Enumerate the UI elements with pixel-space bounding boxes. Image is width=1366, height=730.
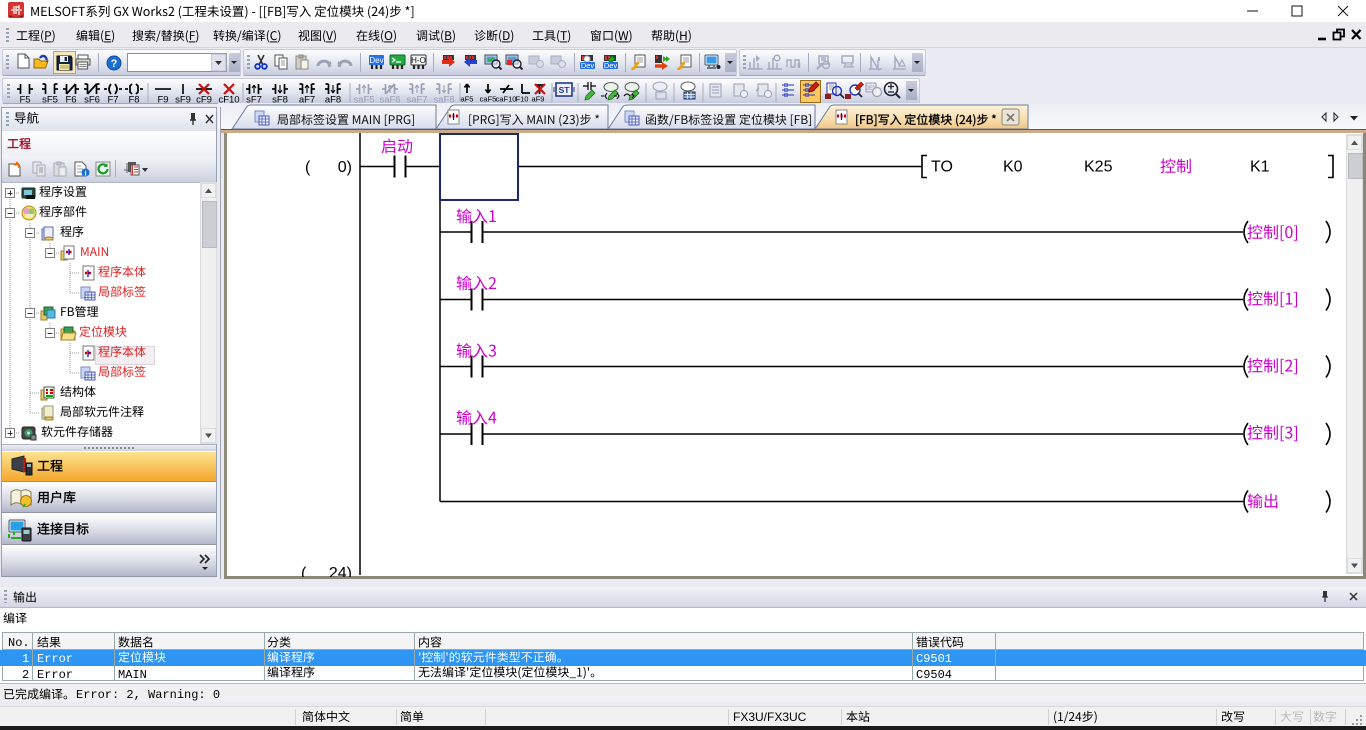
svg-text:cF9: cF9	[196, 95, 212, 106]
svg-text:ST: ST	[559, 85, 571, 95]
svg-text:(: (	[305, 159, 311, 176]
svg-text:K0: K0	[1003, 159, 1023, 176]
svg-text:sF6: sF6	[84, 95, 100, 106]
svg-text:i: i	[84, 169, 86, 178]
svg-text:sF9: sF9	[175, 95, 191, 106]
svg-text:?: ?	[111, 58, 118, 70]
svg-text:sF5: sF5	[42, 95, 58, 106]
svg-text:Dev: Dev	[604, 61, 618, 70]
svg-text:F5: F5	[19, 95, 30, 106]
svg-text:F8: F8	[128, 95, 139, 106]
svg-text:0): 0)	[338, 159, 352, 176]
svg-text:H-O: H-O	[411, 56, 426, 65]
svg-text:TO: TO	[931, 159, 953, 176]
svg-text:Dev: Dev	[581, 61, 595, 70]
svg-text:F6: F6	[65, 95, 76, 106]
svg-text:F9: F9	[157, 95, 168, 106]
svg-text:K25: K25	[1084, 159, 1113, 176]
svg-text:K1: K1	[1250, 159, 1270, 176]
svg-text:24): 24)	[329, 565, 352, 577]
svg-text:F7: F7	[107, 95, 118, 106]
svg-text:(: (	[301, 565, 307, 577]
svg-text:Dev: Dev	[369, 56, 383, 65]
